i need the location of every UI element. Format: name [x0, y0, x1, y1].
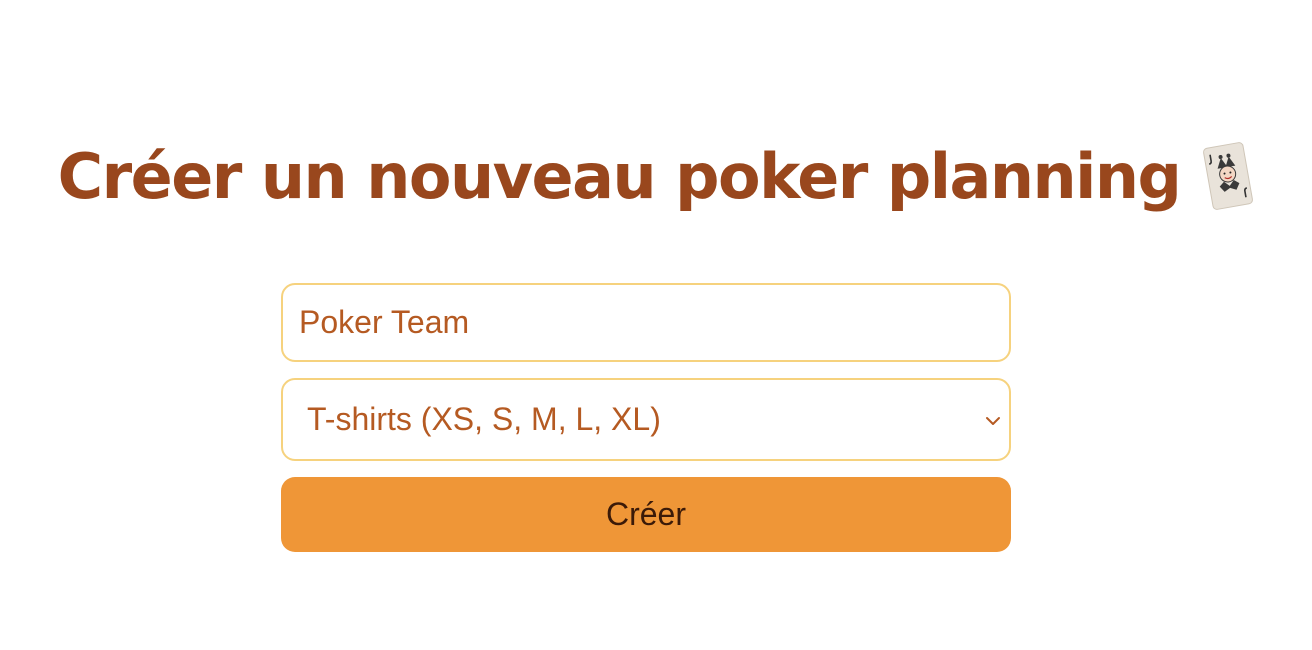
- create-button[interactable]: Créer: [281, 477, 1011, 552]
- title-row: Créer un nouveau poker planning: [0, 130, 1312, 222]
- create-planning-form: T-shirts (XS, S, M, L, XL) Créer: [281, 283, 1011, 552]
- joker-card-icon: [1202, 141, 1254, 211]
- estimation-scale-selected-value: T-shirts (XS, S, M, L, XL): [307, 401, 661, 437]
- page-title: Créer un nouveau poker planning: [57, 139, 1182, 213]
- chevron-down-icon: [981, 409, 1005, 433]
- planning-name-input[interactable]: [281, 283, 1011, 362]
- estimation-scale-select[interactable]: T-shirts (XS, S, M, L, XL): [281, 378, 1011, 461]
- page: Créer un nouveau poker planning Poker Te…: [0, 0, 1312, 650]
